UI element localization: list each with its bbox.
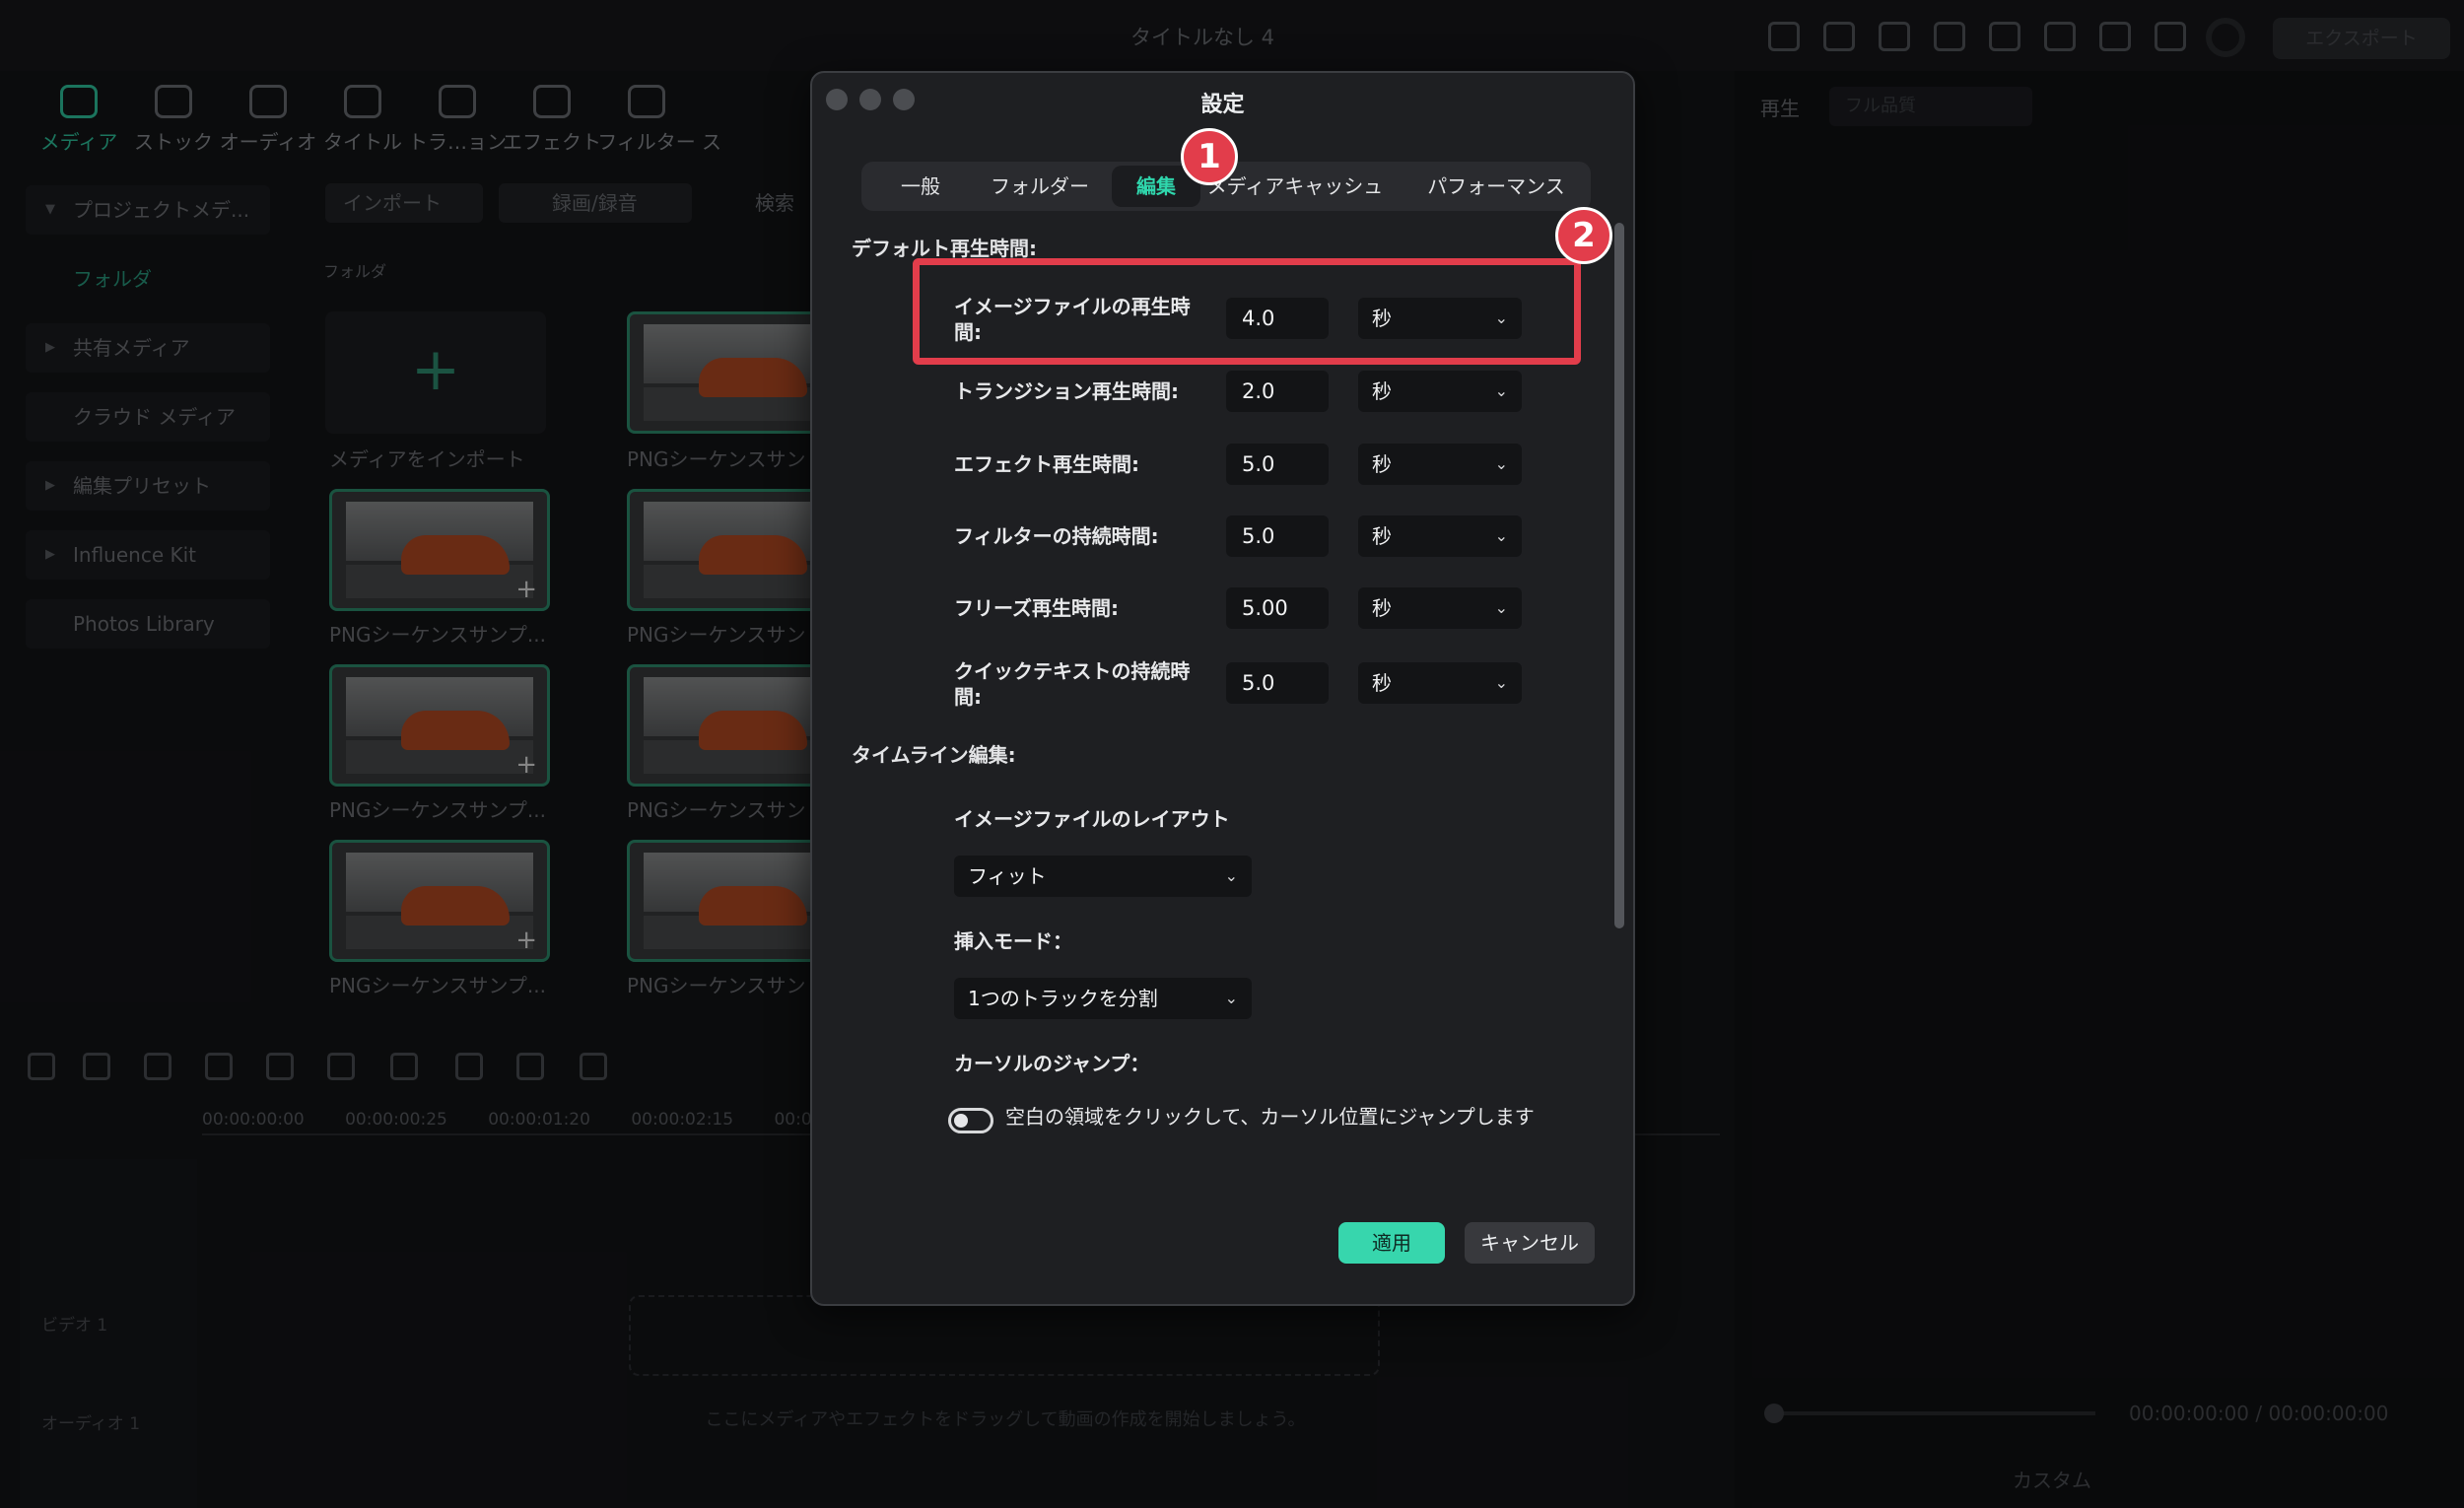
- image-layout-label: イメージファイルのレイアウト: [954, 807, 1230, 831]
- cursor-jump-option-text: 空白の領域をクリックして、カーソル位置にジャンプします: [1005, 1105, 1535, 1129]
- effect-duration-unit-select[interactable]: 秒 ⌄: [1358, 444, 1522, 485]
- effect-duration-input[interactable]: 5.0: [1226, 444, 1329, 485]
- chevron-down-icon: ⌄: [1224, 989, 1238, 1007]
- annotation-highlight-box: [913, 258, 1581, 365]
- quick-text-duration-label: クイックテキストの持続時 間:: [954, 659, 1191, 709]
- freeze-duration-label: フリーズ再生時間:: [954, 596, 1119, 620]
- tab-general[interactable]: 一般: [871, 166, 970, 207]
- chevron-down-icon: ⌄: [1494, 381, 1508, 400]
- filter-duration-input[interactable]: 5.0: [1226, 515, 1329, 557]
- chevron-down-icon: ⌄: [1224, 866, 1238, 885]
- dialog-title: 設定: [1200, 93, 1245, 117]
- annotation-badge-2: 2: [1555, 207, 1612, 264]
- section-timeline-edit: タイムライン編集:: [852, 743, 1016, 767]
- settings-dialog: 設定 一般 フォルダー 編集 メディアキャッシュ パフォーマンス デフォルト再生…: [810, 71, 1635, 1306]
- cursor-jump-label: カーソルのジャンプ：: [954, 1052, 1150, 1075]
- insert-mode-label: 挿入モード：: [954, 929, 1072, 953]
- tab-folder[interactable]: フォルダー: [974, 166, 1106, 207]
- filter-duration-label: フィルターの持続時間:: [954, 524, 1159, 548]
- chevron-down-icon: ⌄: [1494, 454, 1508, 473]
- transition-duration-label: トランジション再生時間:: [954, 379, 1179, 403]
- freeze-duration-unit-select[interactable]: 秒 ⌄: [1358, 587, 1522, 629]
- chevron-down-icon: ⌄: [1494, 598, 1508, 617]
- section-default-duration: デフォルト再生時間:: [852, 237, 1037, 260]
- tab-performance[interactable]: パフォーマンス: [1405, 166, 1587, 207]
- annotation-badge-1: 1: [1181, 128, 1238, 185]
- scrollbar-thumb[interactable]: [1614, 223, 1624, 928]
- chevron-down-icon: ⌄: [1494, 526, 1508, 545]
- transition-duration-input[interactable]: 2.0: [1226, 371, 1329, 412]
- quick-text-duration-input[interactable]: 5.0: [1226, 662, 1329, 704]
- chevron-down-icon: ⌄: [1494, 673, 1508, 692]
- apply-button[interactable]: 適用: [1338, 1222, 1445, 1264]
- filter-duration-unit-select[interactable]: 秒 ⌄: [1358, 515, 1522, 557]
- quick-text-duration-unit-select[interactable]: 秒 ⌄: [1358, 662, 1522, 704]
- freeze-duration-input[interactable]: 5.00: [1226, 587, 1329, 629]
- cancel-button[interactable]: キャンセル: [1465, 1222, 1595, 1264]
- effect-duration-label: エフェクト再生時間:: [954, 452, 1139, 476]
- transition-duration-unit-select[interactable]: 秒 ⌄: [1358, 371, 1522, 412]
- insert-mode-select[interactable]: 1つのトラックを分割 ⌄: [954, 978, 1252, 1019]
- image-layout-select[interactable]: フィット ⌄: [954, 856, 1252, 897]
- toggle-knob: [954, 1114, 968, 1128]
